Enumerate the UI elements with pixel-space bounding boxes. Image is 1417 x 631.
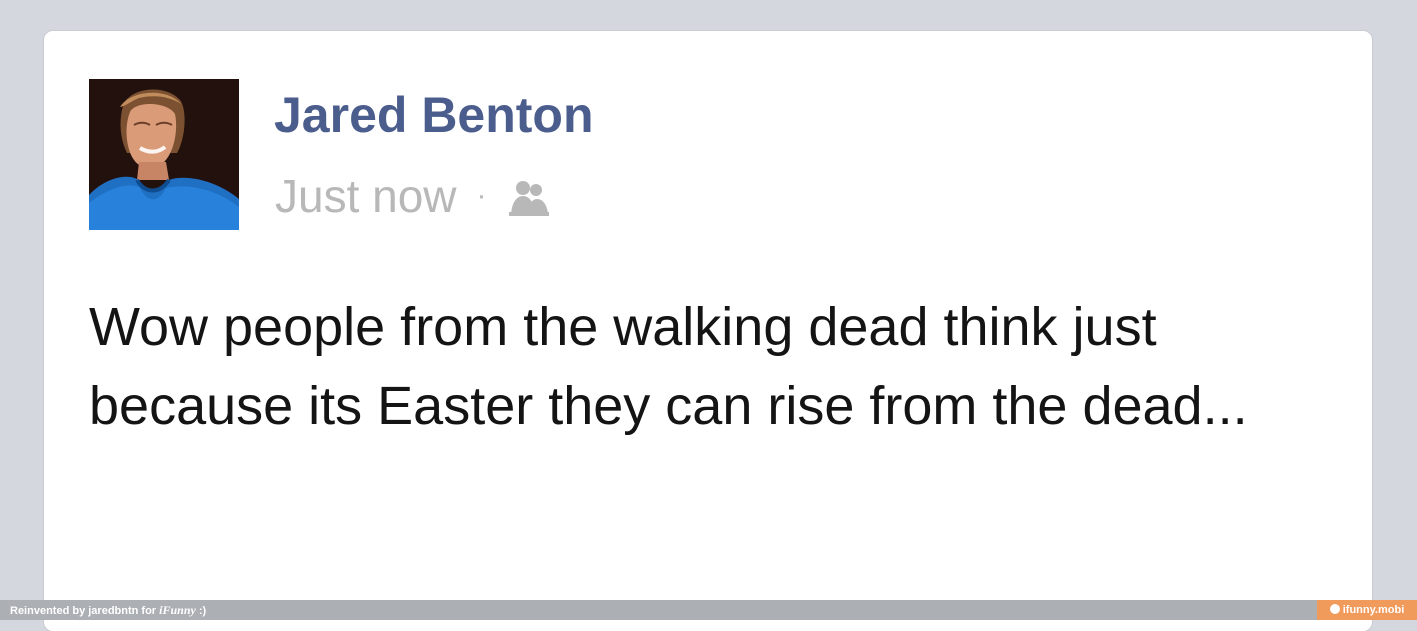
watermark-credit-text: Reinvented by jaredbntn for [10, 605, 160, 617]
watermark-credit: Reinvented by jaredbntn for iFunny :) [10, 603, 206, 618]
ifunny-site-text: ifunny.mobi [1342, 604, 1405, 616]
post-author-name[interactable]: Jared Benton [274, 85, 594, 145]
post-body-text: Wow people from the walking dead think j… [89, 297, 1248, 436]
watermark-bar: Reinvented by jaredbntn for iFunny :) if… [0, 600, 1417, 620]
meta-separator: · [476, 179, 487, 212]
friends-audience-icon[interactable] [505, 178, 553, 218]
ifunny-site-badge[interactable]: ifunny.mobi [1317, 600, 1417, 620]
post-timestamp[interactable]: Just now [275, 168, 457, 224]
ifunny-icon [1329, 604, 1340, 614]
ifunny-brand-text: iFunny [159, 603, 196, 617]
avatar-photo [89, 79, 239, 230]
watermark-smile: :) [195, 605, 207, 617]
post-card: Jared Benton Just now · Wow people from … [44, 31, 1372, 631]
avatar[interactable] [89, 79, 239, 230]
post-meta: Just now · [275, 168, 553, 224]
